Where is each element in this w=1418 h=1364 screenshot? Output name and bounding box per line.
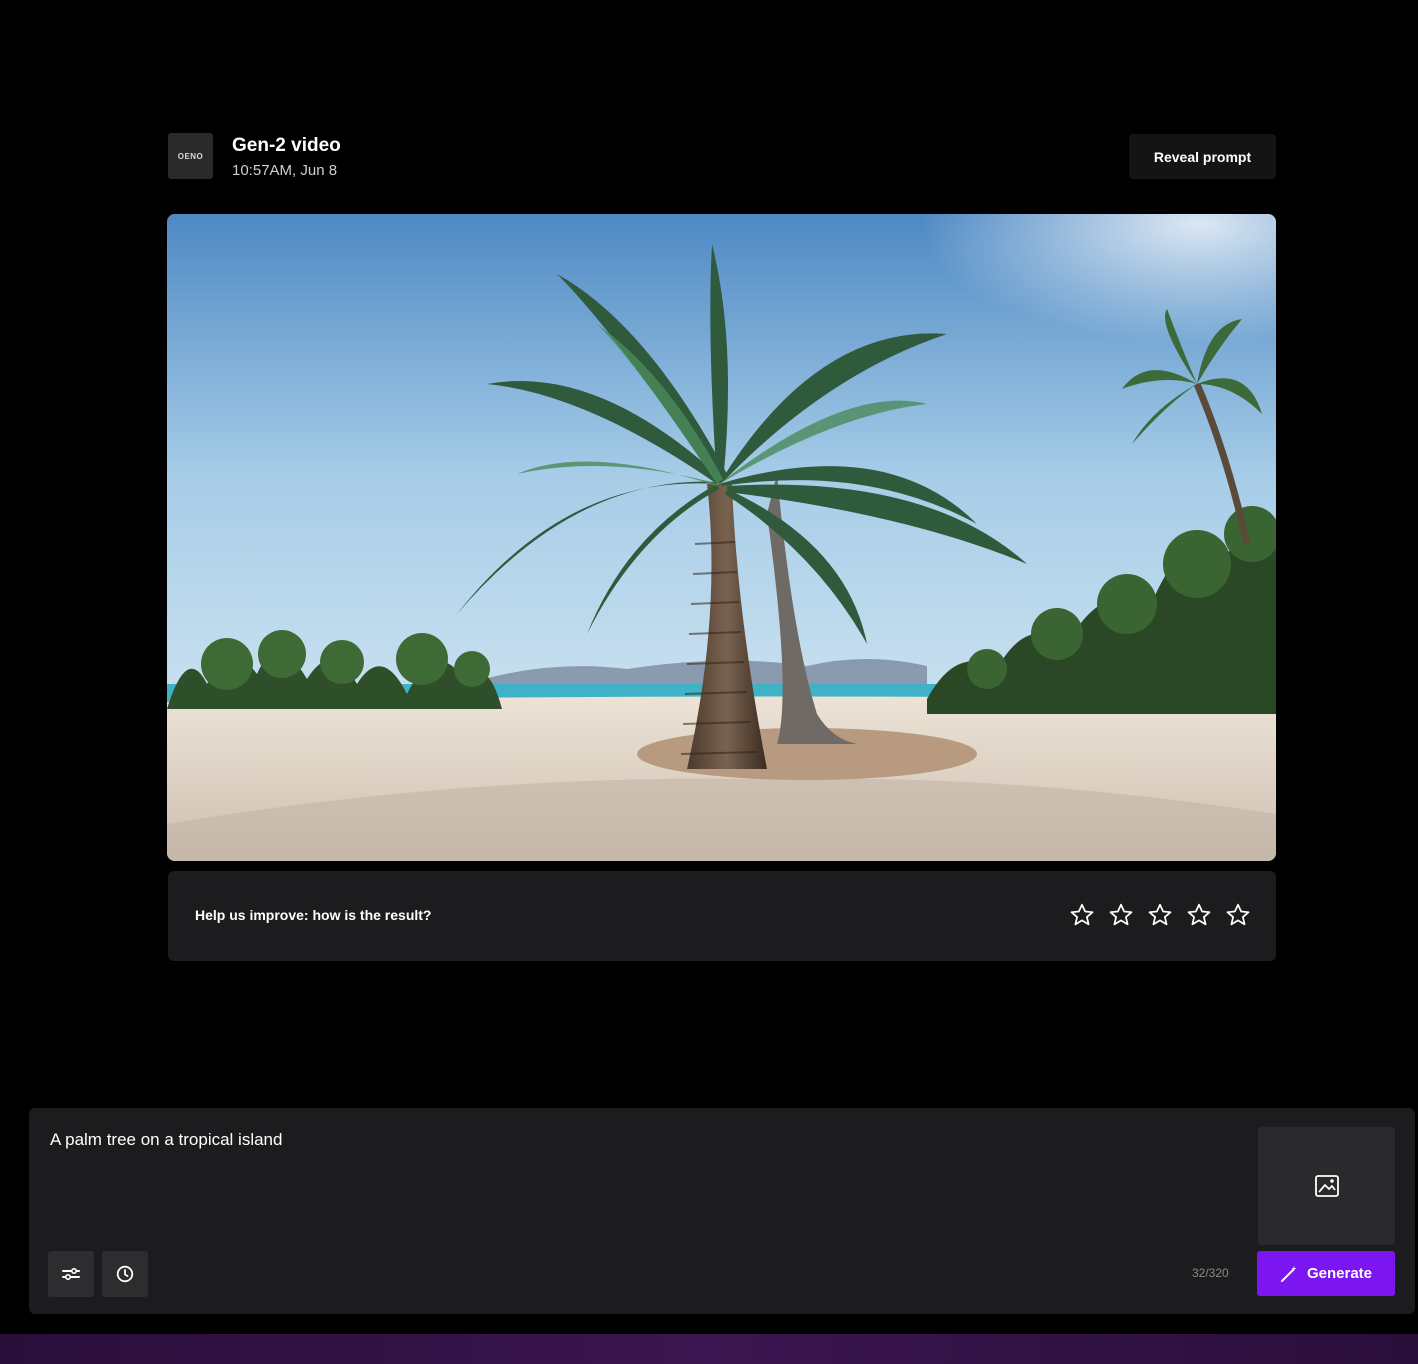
magic-wand-icon <box>1280 1265 1297 1282</box>
settings-button[interactable] <box>48 1251 94 1297</box>
rating-bar: Help us improve: how is the result? <box>168 871 1276 961</box>
star-rating <box>1069 902 1251 928</box>
character-count: 32/320 <box>1192 1266 1229 1280</box>
prompt-input[interactable] <box>50 1130 1230 1240</box>
video-frame-image <box>167 214 1276 861</box>
history-button[interactable] <box>102 1251 148 1297</box>
generate-label: Generate <box>1306 1265 1373 1282</box>
reveal-prompt-button[interactable]: Reveal prompt <box>1129 134 1276 179</box>
prompt-composer: 32/320 Generate <box>29 1108 1415 1314</box>
image-upload-button[interactable] <box>1258 1127 1395 1245</box>
generate-button[interactable]: Generate <box>1257 1251 1395 1296</box>
video-timestamp: 10:57AM, Jun 8 <box>232 162 338 179</box>
star-icon-3[interactable] <box>1147 902 1173 928</box>
image-icon <box>1314 1175 1339 1197</box>
video-player[interactable] <box>167 214 1276 861</box>
star-icon-5[interactable] <box>1225 902 1251 928</box>
sliders-icon <box>62 1267 80 1281</box>
video-thumbnail[interactable]: OENO <box>168 133 213 179</box>
rating-prompt-label: Help us improve: how is the result? <box>195 907 432 923</box>
thumbnail-text: OENO <box>177 151 204 161</box>
star-icon-1[interactable] <box>1069 902 1095 928</box>
bottom-bar <box>0 1334 1418 1364</box>
video-title: Gen-2 video <box>232 135 341 156</box>
star-icon-2[interactable] <box>1108 902 1134 928</box>
video-header: OENO Gen-2 video 10:57AM, Jun 8 Reveal p… <box>168 133 1276 179</box>
star-icon-4[interactable] <box>1186 902 1212 928</box>
clock-icon <box>116 1265 134 1283</box>
